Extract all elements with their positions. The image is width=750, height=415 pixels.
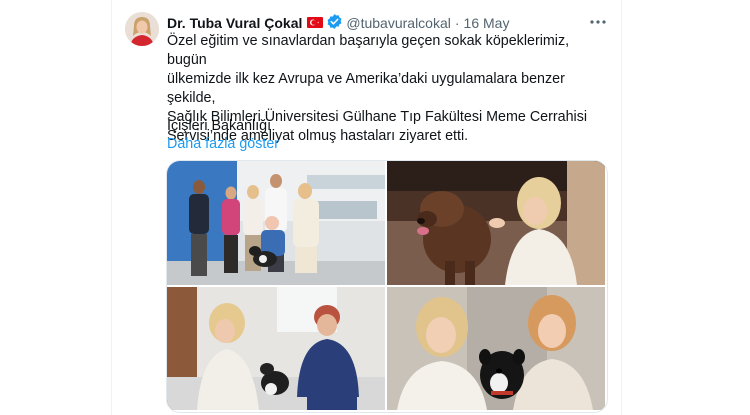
photo-women-with-dog-closeup[interactable] [387, 287, 605, 410]
author-name[interactable]: Dr. Tuba Vural Çokal [167, 15, 302, 31]
show-more-link[interactable]: Daha fazla göster [167, 135, 279, 154]
photo-patient-with-dog[interactable] [167, 287, 385, 410]
tweet-text-line: Özel eğitim ve sınavlardan başarıyla geç… [167, 33, 570, 68]
more-horizontal-icon [590, 20, 606, 24]
photo-woman-petting-dog[interactable] [387, 161, 605, 285]
author-avatar[interactable] [125, 12, 159, 46]
verified-badge-icon[interactable] [326, 13, 343, 33]
timeline-border-right [621, 0, 622, 415]
separator-dot: · [454, 15, 460, 31]
photo-group-hospital-room[interactable] [167, 161, 385, 285]
timeline-border-left [111, 0, 112, 415]
tweet-text-line: ülkemizde ilk kez Avrupa ve Amerika’daki… [167, 71, 565, 106]
tweet-date[interactable]: 16 May [464, 15, 510, 31]
turkey-flag-icon [307, 15, 324, 31]
tweet-header: Dr. Tuba Vural Çokal @tubavuralcokal · 1… [167, 13, 509, 33]
more-options-button[interactable] [588, 12, 608, 32]
media-grid [166, 160, 608, 413]
tweet-signature: İçişleri Bakanlığı [167, 118, 272, 134]
author-handle[interactable]: @tubavuralcokal [346, 15, 451, 31]
